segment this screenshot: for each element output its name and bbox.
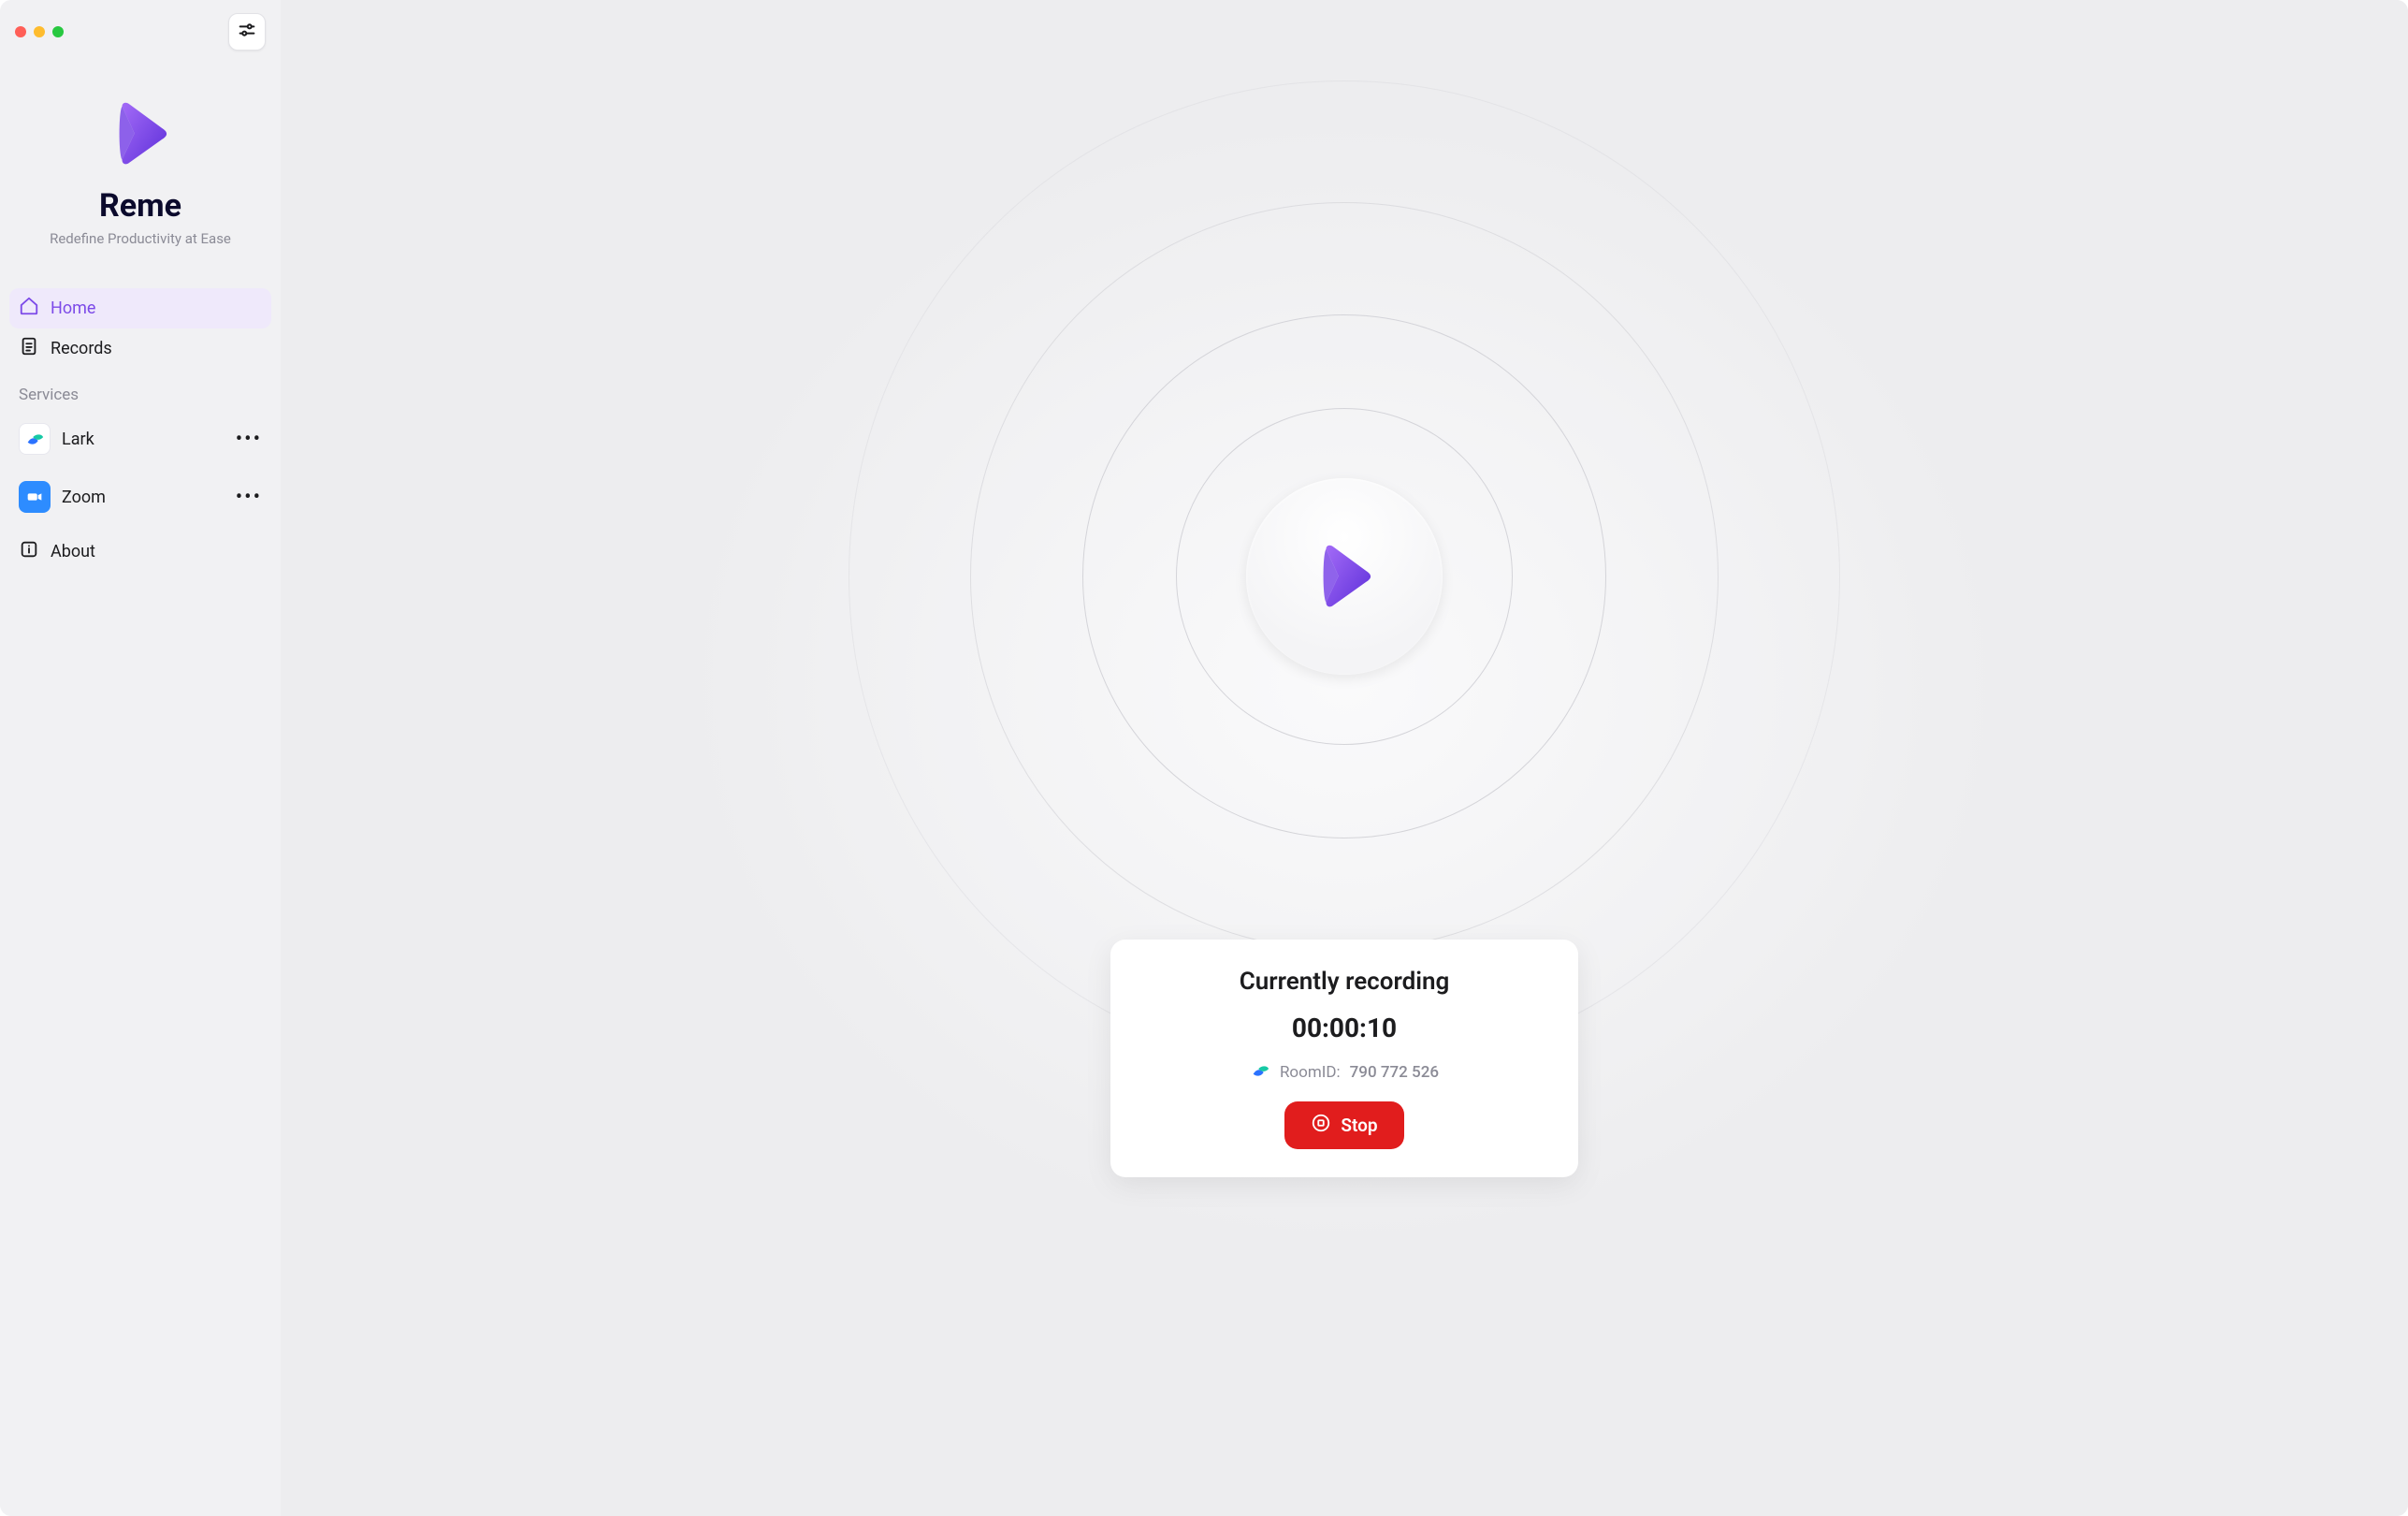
maximize-window-button[interactable]	[52, 26, 64, 37]
recording-title: Currently recording	[1240, 968, 1450, 996]
minimize-window-button[interactable]	[34, 26, 45, 37]
app-tagline: Redefine Productivity at Ease	[50, 230, 231, 247]
room-id-value: 790 772 526	[1350, 1063, 1439, 1082]
nav-about[interactable]: About	[9, 532, 271, 572]
nav-records[interactable]: Records	[9, 328, 271, 369]
lark-icon	[1250, 1060, 1270, 1085]
sidebar-top	[9, 13, 271, 51]
recording-card: Currently recording 00:00:10 RoomID: 790…	[1110, 940, 1578, 1177]
zoom-icon	[19, 481, 51, 513]
room-id-label: RoomID:	[1280, 1063, 1341, 1082]
info-icon	[19, 539, 39, 564]
recording-timer: 00:00:10	[1292, 1013, 1397, 1043]
stop-icon	[1311, 1113, 1331, 1138]
service-label: Zoom	[62, 488, 106, 507]
settings-button[interactable]	[228, 13, 266, 51]
stop-button[interactable]: Stop	[1284, 1101, 1403, 1149]
nav-item-label: Home	[51, 299, 95, 318]
service-label: Lark	[62, 430, 94, 449]
lark-icon	[19, 423, 51, 455]
nav-home[interactable]: Home	[9, 288, 271, 328]
center-logo	[1246, 478, 1443, 675]
nav: Home Records Services	[9, 288, 271, 572]
service-zoom[interactable]: Zoom •••	[9, 468, 271, 526]
more-icon[interactable]: •••	[236, 486, 262, 509]
nav-item-label: Records	[51, 339, 112, 358]
app-logo-icon	[1308, 538, 1381, 615]
app-logo-icon	[104, 95, 177, 172]
room-row: RoomID: 790 772 526	[1250, 1060, 1439, 1085]
main-area: Currently recording 00:00:10 RoomID: 790…	[281, 0, 2408, 1516]
file-icon	[19, 336, 39, 361]
stop-label: Stop	[1341, 1115, 1377, 1136]
brand: Reme Redefine Productivity at Ease	[9, 95, 271, 247]
window-controls	[15, 26, 64, 37]
services-label: Services	[9, 380, 271, 410]
sliders-icon	[237, 20, 257, 44]
close-window-button[interactable]	[15, 26, 26, 37]
more-icon[interactable]: •••	[236, 428, 262, 451]
nav-item-label: About	[51, 542, 95, 561]
home-icon	[19, 296, 39, 321]
app-window: Reme Redefine Productivity at Ease Home	[0, 0, 2408, 1516]
service-lark[interactable]: Lark •••	[9, 410, 271, 468]
sidebar: Reme Redefine Productivity at Ease Home	[0, 0, 281, 1516]
app-title: Reme	[99, 187, 181, 225]
